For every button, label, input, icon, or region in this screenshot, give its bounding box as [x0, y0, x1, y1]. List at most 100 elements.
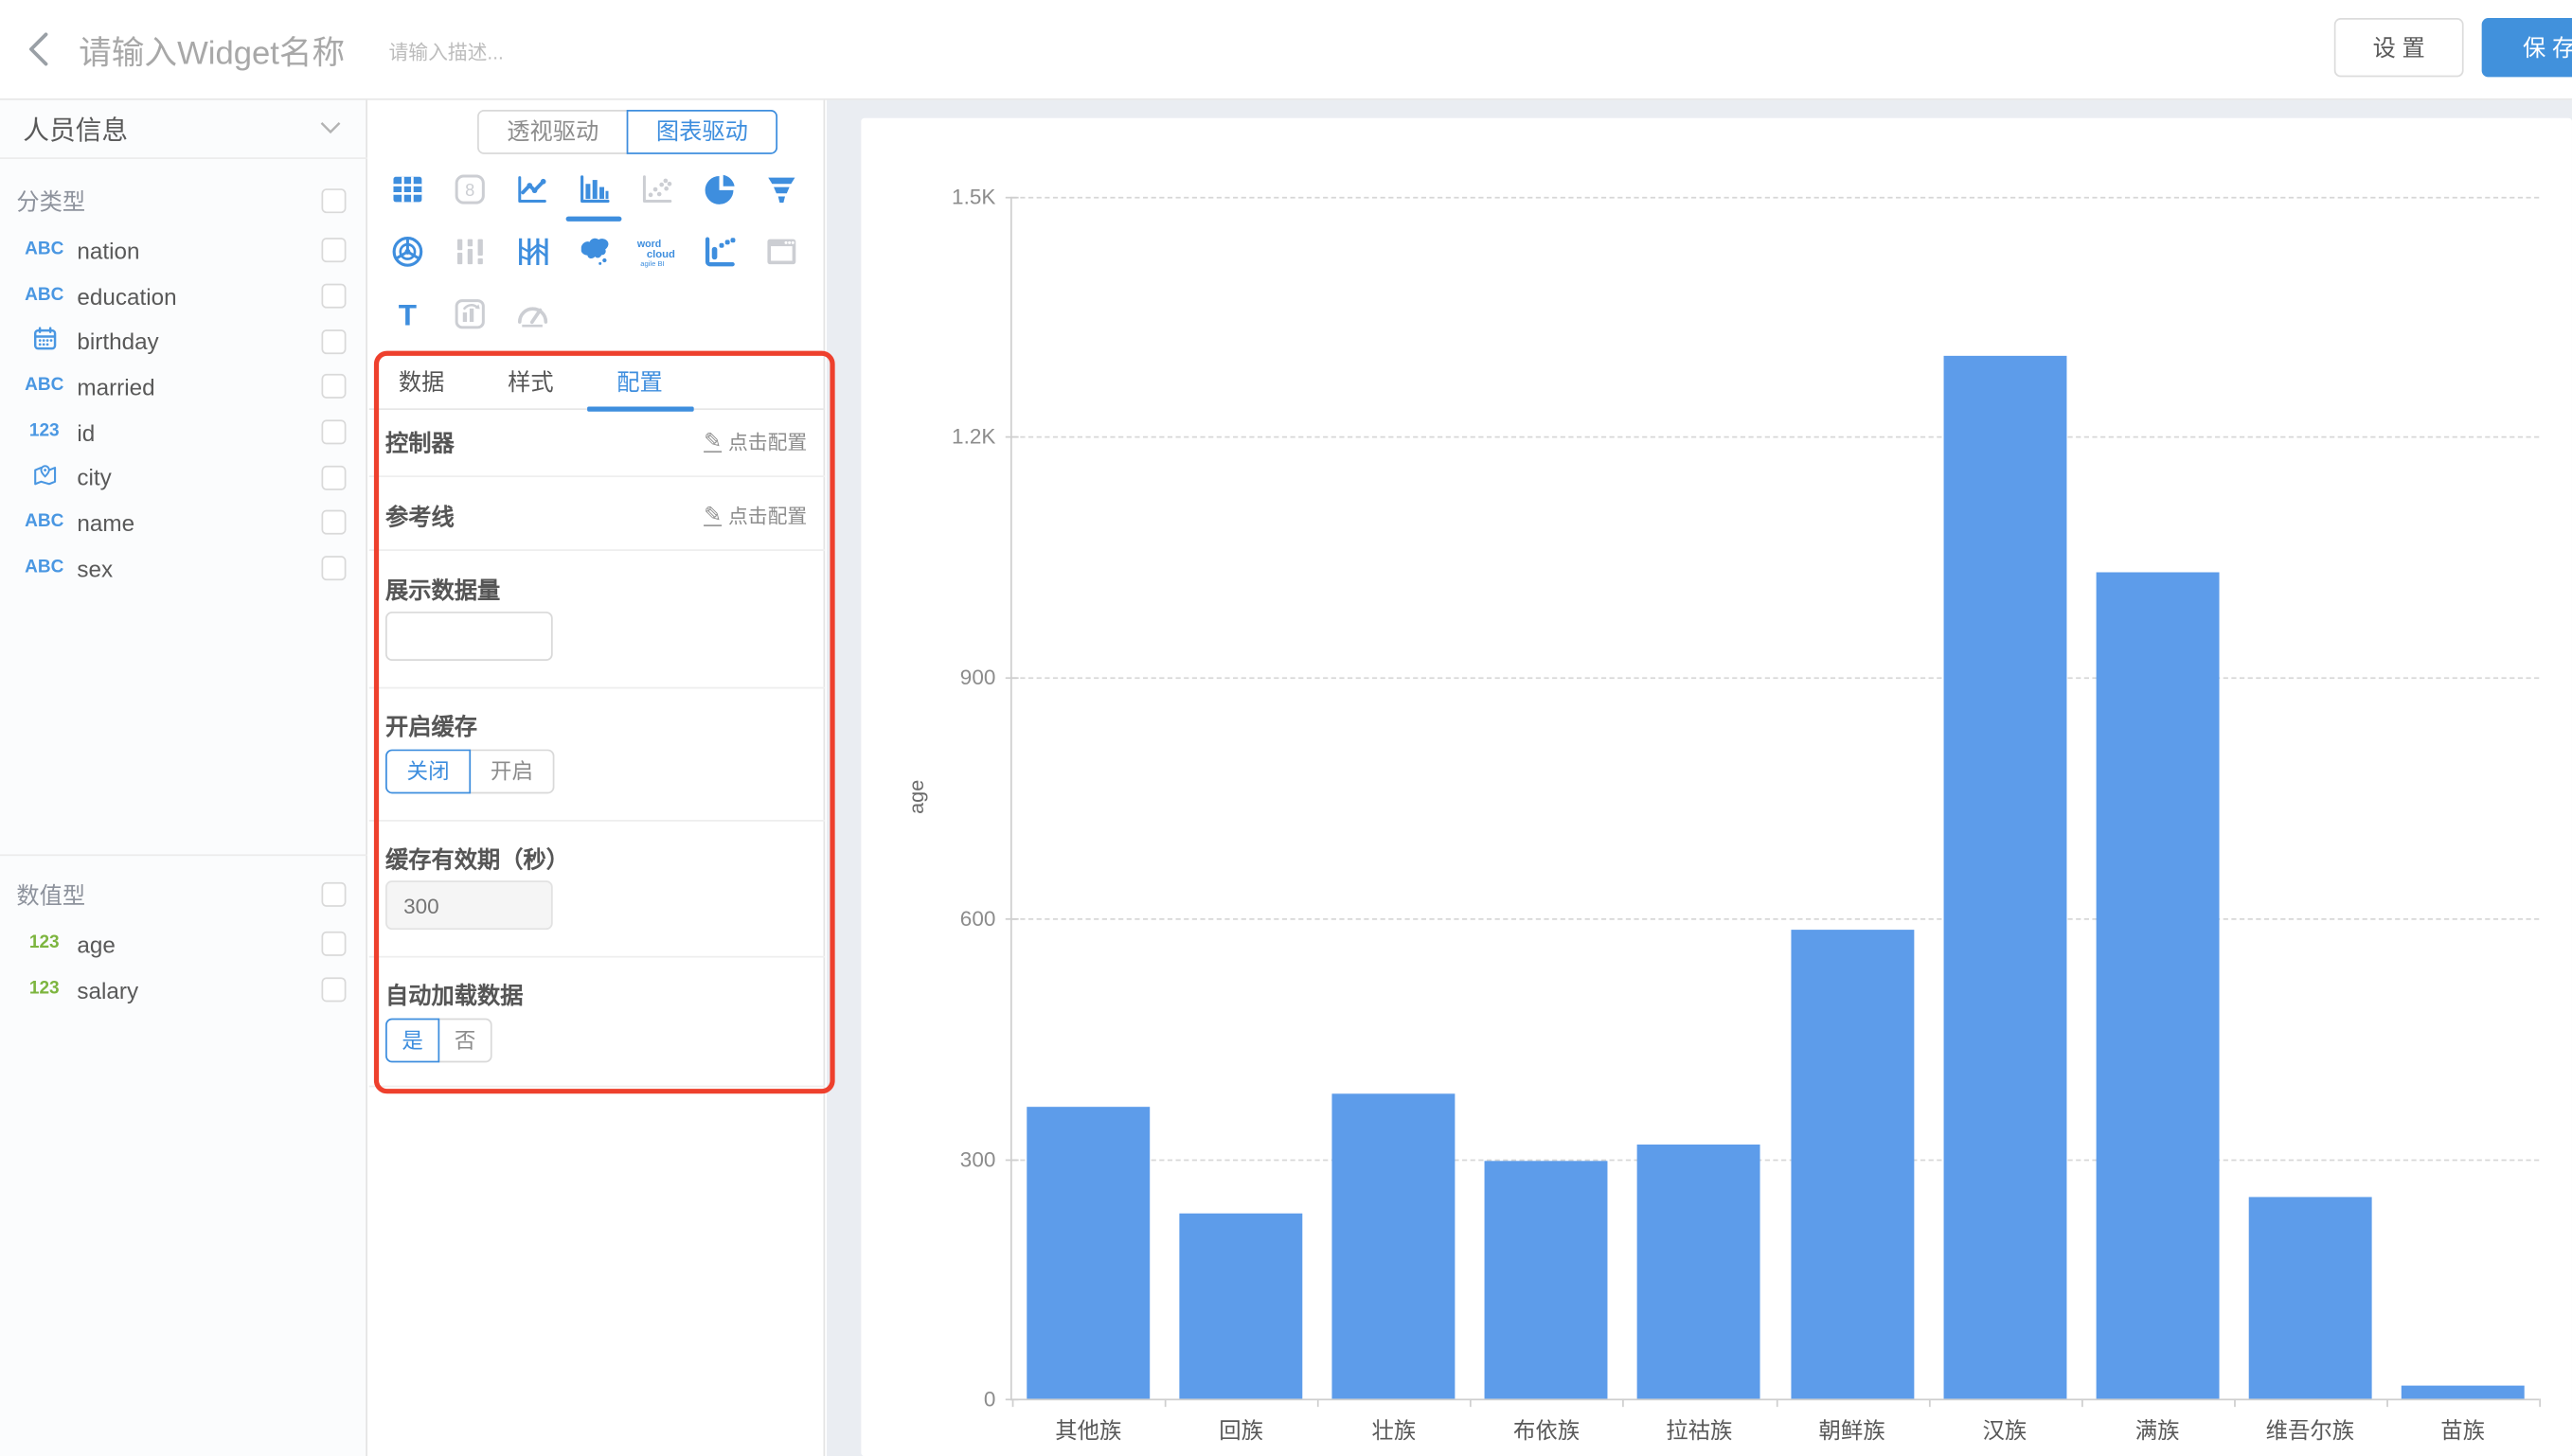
section-checkbox[interactable]: [321, 882, 346, 907]
field-item-name[interactable]: ABC name: [0, 501, 367, 546]
auto-load-option-否[interactable]: 否: [438, 1019, 491, 1063]
auto-load-option-是[interactable]: 是: [385, 1019, 439, 1063]
tab-配置[interactable]: 配置: [591, 361, 689, 410]
field-checkbox[interactable]: [321, 420, 346, 445]
chart-bar-汉族[interactable]: [1943, 356, 2066, 1399]
field-item-age[interactable]: 123 age: [0, 921, 367, 967]
x-category-label: 朝鲜族: [1776, 1412, 1928, 1446]
field-item-education[interactable]: ABC education: [0, 274, 367, 319]
chart-type-table-icon[interactable]: [376, 157, 438, 220]
chart-bar-拉祜族[interactable]: [1637, 1144, 1760, 1399]
x-axis-tick: [1165, 1399, 1167, 1408]
divider: [369, 687, 826, 689]
bar-chart-plot: 03006009001.2K1.5K其他族回族壮族布依族拉祜族朝鲜族汉族满族维吾…: [1010, 196, 2539, 1401]
divider: [369, 549, 826, 551]
cache-enable-option-开启[interactable]: 开启: [469, 750, 554, 794]
chart-type-funnel-icon[interactable]: [750, 157, 813, 220]
chart-type-waterfall-icon[interactable]: [688, 220, 750, 282]
save-button[interactable]: 保 存: [2482, 18, 2572, 77]
back-button[interactable]: [20, 27, 63, 70]
drive-mode-option-图表驱动[interactable]: 图表驱动: [627, 110, 777, 154]
field-checkbox[interactable]: [321, 556, 346, 580]
dataset-name: 人员信息: [23, 108, 320, 148]
cache-ttl-input[interactable]: [385, 880, 553, 930]
field-item-city[interactable]: city: [0, 455, 367, 501]
tab-数据[interactable]: 数据: [372, 361, 471, 410]
chart-type-iframe-icon[interactable]: [750, 220, 813, 282]
chart-type-wordcloud-icon[interactable]: wordcloudagile BI: [625, 220, 688, 282]
field-item-id[interactable]: 123 id: [0, 410, 367, 455]
chart-type-bar-icon[interactable]: [563, 157, 625, 220]
field-checkbox[interactable]: [321, 932, 346, 956]
chart-type-text-icon[interactable]: T: [376, 282, 438, 345]
field-name: married: [77, 374, 321, 400]
controller-configure-link[interactable]: ✎ 点击配置: [704, 428, 807, 455]
field-section-header: 分类型: [0, 174, 367, 228]
chart-type-rich-text-icon[interactable]: [438, 282, 500, 345]
reference-line-configure-link[interactable]: ✎ 点击配置: [704, 502, 807, 529]
field-checkbox[interactable]: [321, 977, 346, 1002]
field-checkbox[interactable]: [321, 329, 346, 354]
chart-bar-苗族[interactable]: [2402, 1385, 2525, 1399]
field-item-birthday[interactable]: birthday: [0, 319, 367, 364]
field-name: id: [77, 419, 321, 446]
widget-name-input[interactable]: 请输入Widget名称: [79, 27, 345, 74]
chart-bar-布依族[interactable]: [1485, 1160, 1608, 1399]
field-item-nation[interactable]: ABC nation: [0, 228, 367, 274]
chart-type-line-icon[interactable]: [500, 157, 563, 220]
chart-bar-壮族[interactable]: [1332, 1094, 1456, 1399]
x-category-label: 拉祜族: [1623, 1412, 1776, 1446]
x-axis-tick: [1470, 1399, 1472, 1408]
x-category-label: 壮族: [1317, 1412, 1470, 1446]
x-axis-tick: [1776, 1399, 1777, 1408]
svg-text:agile BI: agile BI: [640, 258, 664, 267]
cache-enable-option-关闭[interactable]: 关闭: [385, 750, 471, 794]
y-tick-label: 600: [960, 906, 996, 931]
x-axis-tick: [1623, 1399, 1625, 1408]
chart-type-scatter-icon[interactable]: [625, 157, 688, 220]
field-checkbox[interactable]: [321, 466, 346, 490]
x-category-label: 汉族: [1928, 1412, 2081, 1446]
tab-样式[interactable]: 样式: [481, 361, 580, 410]
field-checkbox[interactable]: [321, 510, 346, 535]
chart-type-sankey-icon[interactable]: [438, 220, 500, 282]
section-checkbox[interactable]: [321, 188, 346, 213]
chart-type-gauge-icon[interactable]: [500, 282, 563, 345]
settings-button[interactable]: 设 置: [2334, 18, 2464, 77]
drive-mode-option-透视驱动[interactable]: 透视驱动: [477, 110, 628, 154]
field-item-married[interactable]: ABC married: [0, 364, 367, 410]
x-axis-tick: [2081, 1399, 2082, 1408]
x-category-label: 回族: [1165, 1412, 1317, 1446]
chart-bar-朝鲜族[interactable]: [1791, 930, 1914, 1399]
widget-description-input[interactable]: 请输入描述...: [389, 38, 504, 65]
x-category-label: 维吾尔族: [2234, 1412, 2386, 1446]
chart-type-score-card-icon[interactable]: 8: [438, 157, 500, 220]
chart-type-pie-icon[interactable]: [688, 157, 750, 220]
field-item-sex[interactable]: ABC sex: [0, 545, 367, 591]
field-checkbox[interactable]: [321, 375, 346, 400]
chart-bar-回族[interactable]: [1180, 1213, 1303, 1399]
display-count-label: 展示数据量: [385, 574, 500, 607]
x-axis-tick: [2386, 1399, 2388, 1408]
divider: [369, 956, 826, 958]
field-item-salary[interactable]: 123 salary: [0, 967, 367, 1012]
cache-enable-toggle: 关闭开启: [385, 750, 554, 794]
field-checkbox[interactable]: [321, 284, 346, 309]
x-category-label: 苗族: [2386, 1412, 2539, 1446]
top-bar: 请输入Widget名称 请输入描述... 设 置 保 存: [0, 0, 2572, 100]
widget-editor: 人员信息 分类型 ABC nation ABC education birthd…: [0, 0, 2572, 1456]
field-checkbox[interactable]: [321, 239, 346, 263]
gridline: [1012, 1159, 2540, 1161]
chart-type-china-map-icon[interactable]: [563, 220, 625, 282]
chart-bar-其他族[interactable]: [1027, 1107, 1150, 1399]
auto-load-label: 自动加载数据: [385, 979, 523, 1012]
chart-bar-满族[interactable]: [2096, 573, 2219, 1399]
field-name: sex: [77, 556, 321, 582]
y-axis-tick: [1005, 436, 1018, 438]
dataset-selector[interactable]: 人员信息: [0, 98, 367, 159]
display-count-input[interactable]: [385, 612, 553, 661]
chart-bar-维吾尔族[interactable]: [2248, 1197, 2371, 1399]
chart-type-radar-icon[interactable]: [376, 220, 438, 282]
chart-type-parallel-icon[interactable]: [500, 220, 563, 282]
field-name: city: [77, 465, 321, 491]
